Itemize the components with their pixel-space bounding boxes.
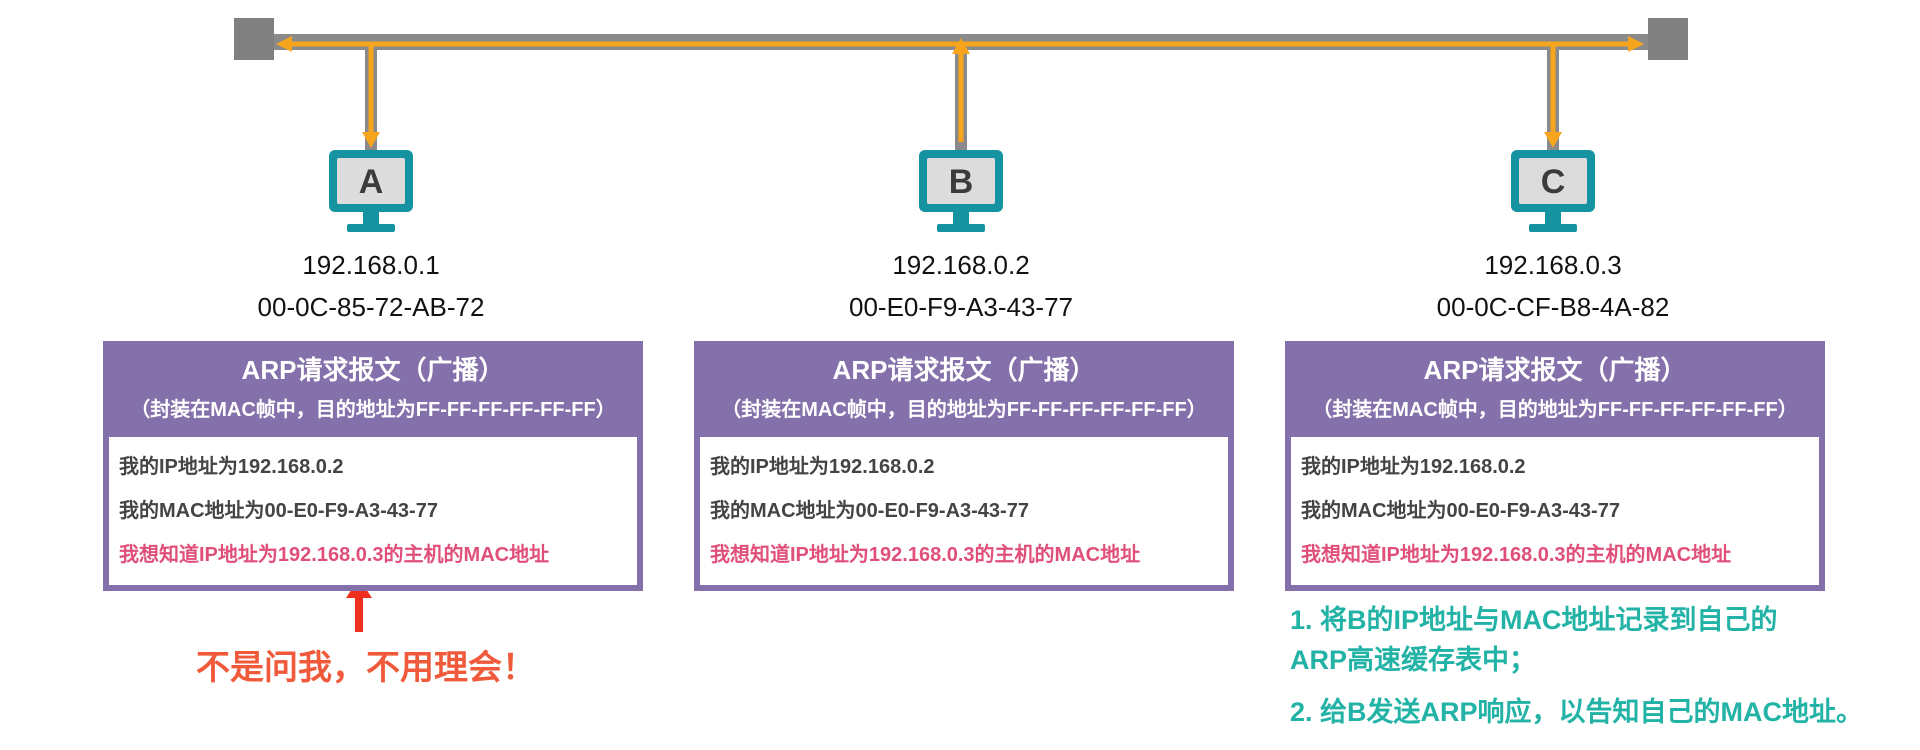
bus-terminator-right [1648, 18, 1688, 60]
host-b-ip: 192.168.0.2 [892, 250, 1030, 280]
host-b-address: 192.168.0.2 00-E0-F9-A3-43-77 [781, 244, 1141, 328]
host-c-note-2: 2. 给B发送ARP响应，以告知自己的MAC地址。 [1290, 697, 1864, 727]
arp-sender-mac: 我的MAC地址为00-E0-F9-A3-43-77 [1301, 500, 1620, 522]
host-c-mac: 00-0C-CF-B8-4A-82 [1436, 292, 1670, 322]
diagram-stage: A B C 192.168.0.1 00-0C-85-72-AB-72 192.… [0, 0, 1920, 750]
arp-sender-mac: 我的MAC地址为00-E0-F9-A3-43-77 [119, 500, 438, 522]
computer-b-icon: B [919, 150, 1003, 232]
arp-target-query: 我想知道IP地址为192.168.0.3的主机的MAC地址 [710, 544, 1141, 566]
host-c-ip: 192.168.0.3 [1484, 250, 1622, 280]
arp-sender-ip: 我的IP地址为192.168.0.2 [119, 456, 344, 478]
arp-request-box-b: ARP请求报文（广播） （封装在MAC帧中，目的地址为FF-FF-FF-FF-F… [694, 341, 1234, 591]
computer-a-icon: A [329, 150, 413, 232]
arp-box-subtitle: （封装在MAC帧中，目的地址为FF-FF-FF-FF-FF-FF） [1312, 399, 1798, 421]
host-a-ignore-note: 不是问我，不用理会！ [196, 649, 536, 687]
computer-a-label: A [359, 163, 384, 201]
arp-request-box-a: ARP请求报文（广播） （封装在MAC帧中，目的地址为FF-FF-FF-FF-F… [103, 341, 643, 591]
computer-b-label: B [949, 163, 974, 201]
arp-target-query: 我想知道IP地址为192.168.0.3的主机的MAC地址 [119, 544, 550, 566]
arp-sender-mac: 我的MAC地址为00-E0-F9-A3-43-77 [710, 500, 1029, 522]
arp-sender-ip: 我的IP地址为192.168.0.2 [710, 456, 935, 478]
host-c-address: 192.168.0.3 00-0C-CF-B8-4A-82 [1373, 244, 1733, 328]
bus-terminator-left [234, 18, 274, 60]
arp-request-box-c: ARP请求报文（广播） （封装在MAC帧中，目的地址为FF-FF-FF-FF-F… [1285, 341, 1825, 591]
arp-target-query: 我想知道IP地址为192.168.0.3的主机的MAC地址 [1301, 544, 1732, 566]
host-c-note-1b: ARP高速缓存表中； [1290, 645, 1537, 675]
arp-box-subtitle: （封装在MAC帧中，目的地址为FF-FF-FF-FF-FF-FF） [721, 399, 1207, 421]
arrowhead-down-a [362, 132, 380, 148]
host-a-ip: 192.168.0.1 [302, 250, 440, 280]
host-a-mac: 00-0C-85-72-AB-72 [257, 292, 485, 322]
arp-box-title: ARP请求报文（广播） [241, 355, 505, 385]
host-b-mac: 00-E0-F9-A3-43-77 [849, 292, 1073, 322]
computer-c-icon: C [1511, 150, 1595, 232]
arp-box-body: 我的IP地址为192.168.0.2 我的MAC地址为00-E0-F9-A3-4… [700, 437, 1228, 585]
arp-sender-ip: 我的IP地址为192.168.0.2 [1301, 456, 1526, 478]
arrowhead-down-c [1544, 132, 1562, 148]
arp-box-body: 我的IP地址为192.168.0.2 我的MAC地址为00-E0-F9-A3-4… [1291, 437, 1819, 585]
arp-box-title: ARP请求报文（广播） [1423, 355, 1687, 385]
arp-box-body: 我的IP地址为192.168.0.2 我的MAC地址为00-E0-F9-A3-4… [109, 437, 637, 585]
arp-box-title: ARP请求报文（广播） [832, 355, 1096, 385]
arp-box-subtitle: （封装在MAC帧中，目的地址为FF-FF-FF-FF-FF-FF） [130, 399, 616, 421]
host-a-address: 192.168.0.1 00-0C-85-72-AB-72 [191, 244, 551, 328]
broadcast-signal [280, 41, 1640, 142]
host-c-note-1a: 1. 将B的IP地址与MAC地址记录到自己的 [1290, 605, 1778, 635]
computer-c-label: C [1541, 163, 1566, 201]
